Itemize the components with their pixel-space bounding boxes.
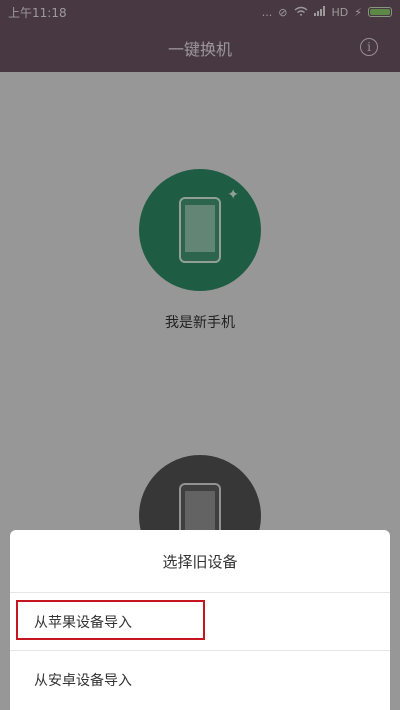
option-android-import[interactable]: 从安卓设备导入 (10, 651, 390, 708)
highlight-annotation (16, 600, 205, 640)
sheet-title: 选择旧设备 (162, 552, 238, 571)
